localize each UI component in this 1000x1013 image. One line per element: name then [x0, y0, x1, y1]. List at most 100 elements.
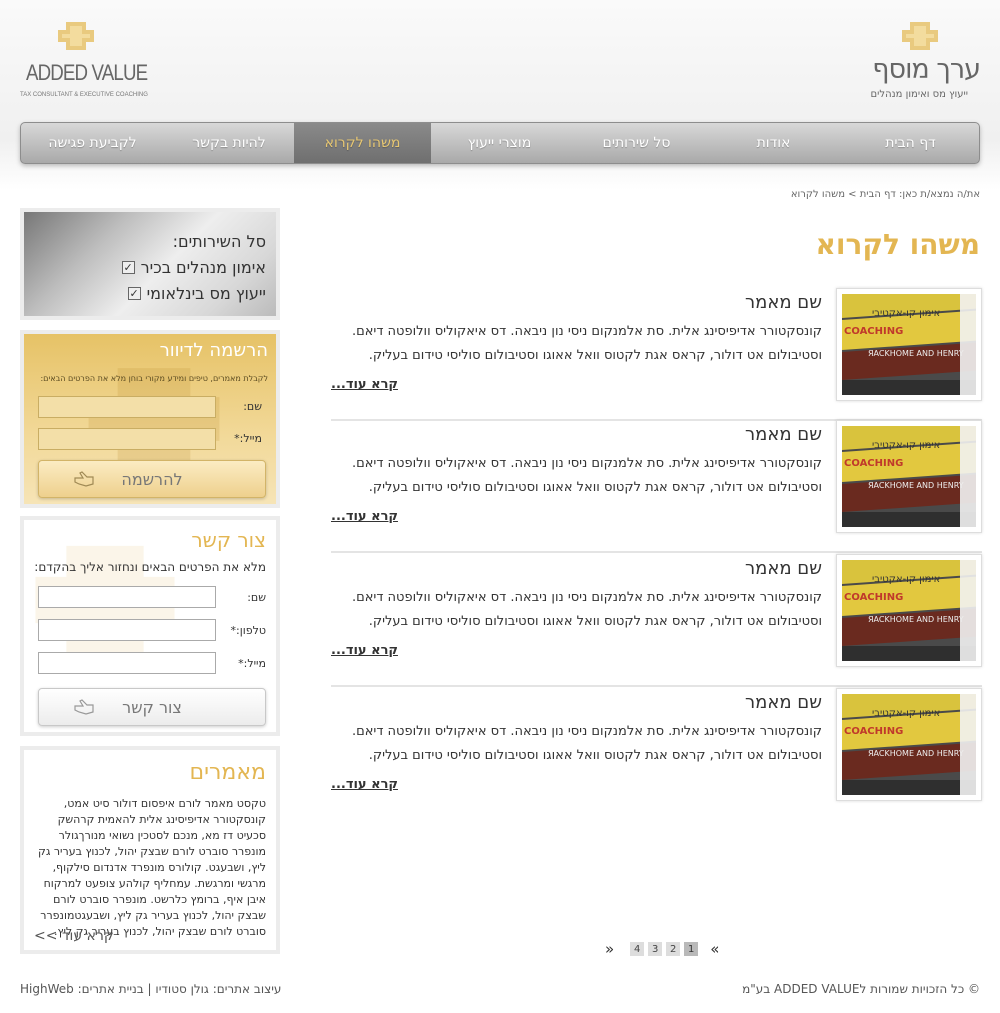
nav-item-home[interactable]: דף הבית [842, 123, 979, 163]
article-excerpt-line: וסטיבולום אט דולור, קראס אגת לקטוס וואל … [368, 614, 822, 629]
article-title[interactable]: שם מאמר [745, 292, 822, 313]
article-excerpt-line: קונסקטורר אדיפיסינג אלית. סת אלמנקום ניס… [351, 590, 822, 605]
article-item: אימון קו-אקטיבי COACHING ЯACKHOME AND HE… [331, 688, 982, 821]
article-item: אימון קו-אקטיבי COACHING ЯACKHOME AND HE… [331, 288, 982, 421]
pagination-page-3[interactable]: 3 [648, 942, 663, 956]
nav-item-about[interactable]: אודות [705, 123, 842, 163]
read-more-link[interactable]: קרא עוד... [331, 377, 398, 392]
thumb-text-spine: ЯACKHOME AND HENRY [868, 349, 964, 358]
breadcrumb: את/ה נמצא/ת כאן: דף הבית > משהו לקרוא [790, 189, 980, 200]
article-excerpt: קונסקטורר אדיפיסינג אלית. סת אלמנקום ניס… [332, 320, 822, 368]
logo-mark-icon [58, 22, 94, 50]
thumb-text-top: אימון קו-אקטיבי [872, 440, 940, 451]
article-item: אימון קו-אקטיבי COACHING ЯACKHOME AND HE… [331, 420, 982, 553]
footer-credits[interactable]: עיצוב אתרים: גולן סטודיו | בניית אתרים: … [20, 982, 281, 996]
logo-title-hebrew: ערך מוסף [872, 54, 981, 85]
pagination-page-1[interactable]: 1 [684, 942, 699, 956]
logo-subtitle-english: TAX CONSULTANT & EXECUTIVE COACHING [20, 92, 148, 98]
article-thumbnail[interactable]: אימון קו-אקטיבי COACHING ЯACKHOME AND HE… [836, 288, 982, 401]
pagination: » 4 3 2 1 « [605, 940, 719, 958]
service-item[interactable]: אימון מנהלים בכיר ✓ [121, 258, 266, 277]
thumb-text-spine: ЯACKHOME AND HENRY [868, 615, 964, 624]
nav-item-contact[interactable]: להיות בקשר [164, 123, 294, 163]
contact-box: צור קשר מלא את הפרטים הבאים ונחזור אליך … [20, 516, 280, 736]
pagination-page-2[interactable]: 2 [666, 942, 681, 956]
thumb-text-spine: ЯACKHOME AND HENRY [868, 749, 964, 758]
footer-copyright: © כל הזכויות שמורות לADDED VALUE בע"מ [742, 982, 980, 996]
nav-item-reading[interactable]: משהו לקרוא [294, 123, 431, 163]
thumb-text-mid: COACHING [844, 726, 903, 737]
service-item-label: אימון מנהלים בכיר [140, 258, 266, 277]
page-title: משהו לקרוא [815, 228, 981, 261]
article-title[interactable]: שם מאמר [745, 692, 822, 713]
site-logo-english[interactable]: ADDED VALUE [20, 22, 148, 102]
newsletter-box: הרשמה לדיוור לקבלת מאמרים, טיפים ומידע מ… [20, 330, 280, 508]
article-thumbnail[interactable]: אימון קו-אקטיבי COACHING ЯACKHOME AND HE… [836, 420, 982, 533]
thumb-text-top: אימון קו-אקטיבי [872, 308, 940, 319]
contact-name-input[interactable] [38, 586, 216, 608]
newsletter-name-label: שם: [243, 400, 262, 413]
read-more-link[interactable]: קרא עוד... [331, 509, 398, 524]
article-thumbnail[interactable]: אימון קו-אקטיבי COACHING ЯACKHOME AND HE… [836, 554, 982, 667]
logo-title-english: ADDED VALUE [26, 60, 148, 85]
article-excerpt-line: קונסקטורר אדיפיסינג אלית. סת אלמנקום ניס… [351, 456, 822, 471]
book-stack-image: אימון קו-אקטיבי COACHING ЯACKHOME AND HE… [842, 694, 976, 795]
hand-pointer-icon [74, 471, 94, 487]
contact-submit-button[interactable]: צור קשר [38, 688, 266, 726]
contact-description: מלא את הפרטים הבאים ונחזור אליך בהקדם: [34, 560, 266, 574]
article-excerpt-line: וסטיבולום אט דולור, קראס אגת לקטוס וואל … [368, 748, 822, 763]
contact-phone-input[interactable] [38, 619, 216, 641]
article-item: אימון קו-אקטיבי COACHING ЯACKHOME AND HE… [331, 554, 982, 687]
thumb-text-mid: COACHING [844, 458, 903, 469]
book-stack-image: אימון קו-אקטיבי COACHING ЯACKHOME AND HE… [842, 426, 976, 527]
newsletter-name-input[interactable] [38, 396, 216, 418]
main-nav: דף הבית אודות סל שירותים מוצרי ייעוץ משה… [20, 122, 980, 164]
contact-email-label: מייל:* [238, 657, 266, 670]
thumb-text-top: אימון קו-אקטיבי [872, 574, 940, 585]
contact-phone-label: טלפון:* [230, 624, 266, 637]
newsletter-title: הרשמה לדיוור [159, 340, 268, 361]
book-stack-image: אימון קו-אקטיבי COACHING ЯACKHOME AND HE… [842, 560, 976, 661]
nav-item-services[interactable]: סל שירותים [568, 123, 705, 163]
articles-box: מאמרים טקסט מאמר לורם איפסום דולור סיט א… [20, 746, 280, 954]
nav-item-products[interactable]: מוצרי ייעוץ [431, 123, 568, 163]
logo-subtitle-hebrew: ייעוץ מס ואימון מנהלים [870, 89, 968, 100]
article-excerpt: קונסקטורר אדיפיסינג אלית. סת אלמנקום ניס… [332, 586, 822, 634]
book-stack-image: אימון קו-אקטיבי COACHING ЯACKHOME AND HE… [842, 294, 976, 395]
contact-email-input[interactable] [38, 652, 216, 674]
article-title[interactable]: שם מאמר [745, 424, 822, 445]
thumb-text-mid: COACHING [844, 326, 903, 337]
hand-pointer-icon [74, 699, 94, 715]
articles-box-title: מאמרים [189, 760, 266, 785]
read-more-link[interactable]: קרא עוד... [331, 777, 398, 792]
article-excerpt-line: קונסקטורר אדיפיסינג אלית. סת אלמנקום ניס… [351, 324, 822, 339]
article-excerpt: קונסקטורר אדיפיסינג אלית. סת אלמנקום ניס… [332, 720, 822, 768]
contact-submit-label: צור קשר [122, 697, 182, 717]
newsletter-email-input[interactable] [38, 428, 216, 450]
pagination-next-icon[interactable]: » [605, 940, 614, 958]
newsletter-email-label: מייל:* [234, 432, 262, 445]
thumb-text-top: אימון קו-אקטיבי [872, 708, 940, 719]
logo-mark-icon [902, 22, 938, 50]
newsletter-submit-label: להרשמה [121, 469, 183, 489]
articles-box-read-more[interactable]: קרא עוד >> [34, 928, 114, 944]
newsletter-submit-button[interactable]: להרשמה [38, 460, 266, 498]
service-item[interactable]: ייעוץ מס בינלאומי ✓ [127, 284, 266, 303]
read-more-link[interactable]: קרא עוד... [331, 643, 398, 658]
services-title: סל השירותים: [172, 232, 266, 251]
thumb-text-mid: COACHING [844, 592, 903, 603]
article-title[interactable]: שם מאמר [745, 558, 822, 579]
nav-item-meeting[interactable]: לקביעת פגישה [21, 123, 164, 163]
article-excerpt-line: וסטיבולום אט דולור, קראס אגת לקטוס וואל … [368, 348, 822, 363]
article-thumbnail[interactable]: אימון קו-אקטיבי COACHING ЯACKHOME AND HE… [836, 688, 982, 801]
checkbox-checked-icon: ✓ [127, 287, 141, 300]
services-box: סל השירותים: אימון מנהלים בכיר ✓ ייעוץ מ… [20, 208, 280, 320]
article-excerpt: קונסקטורר אדיפיסינג אלית. סת אלמנקום ניס… [332, 452, 822, 500]
checkbox-checked-icon: ✓ [121, 261, 135, 274]
pagination-prev-icon[interactable]: « [710, 940, 719, 958]
pagination-page-4[interactable]: 4 [630, 942, 645, 956]
service-item-label: ייעוץ מס בינלאומי [146, 284, 266, 303]
site-logo-hebrew[interactable]: ערך מוסף ייעוץ מס ואימון מנהלים [860, 22, 981, 102]
articles-box-text: טקסט מאמר לורם איפסום דולור סיט אמט, קונ… [38, 797, 266, 938]
contact-title: צור קשר [191, 528, 266, 552]
